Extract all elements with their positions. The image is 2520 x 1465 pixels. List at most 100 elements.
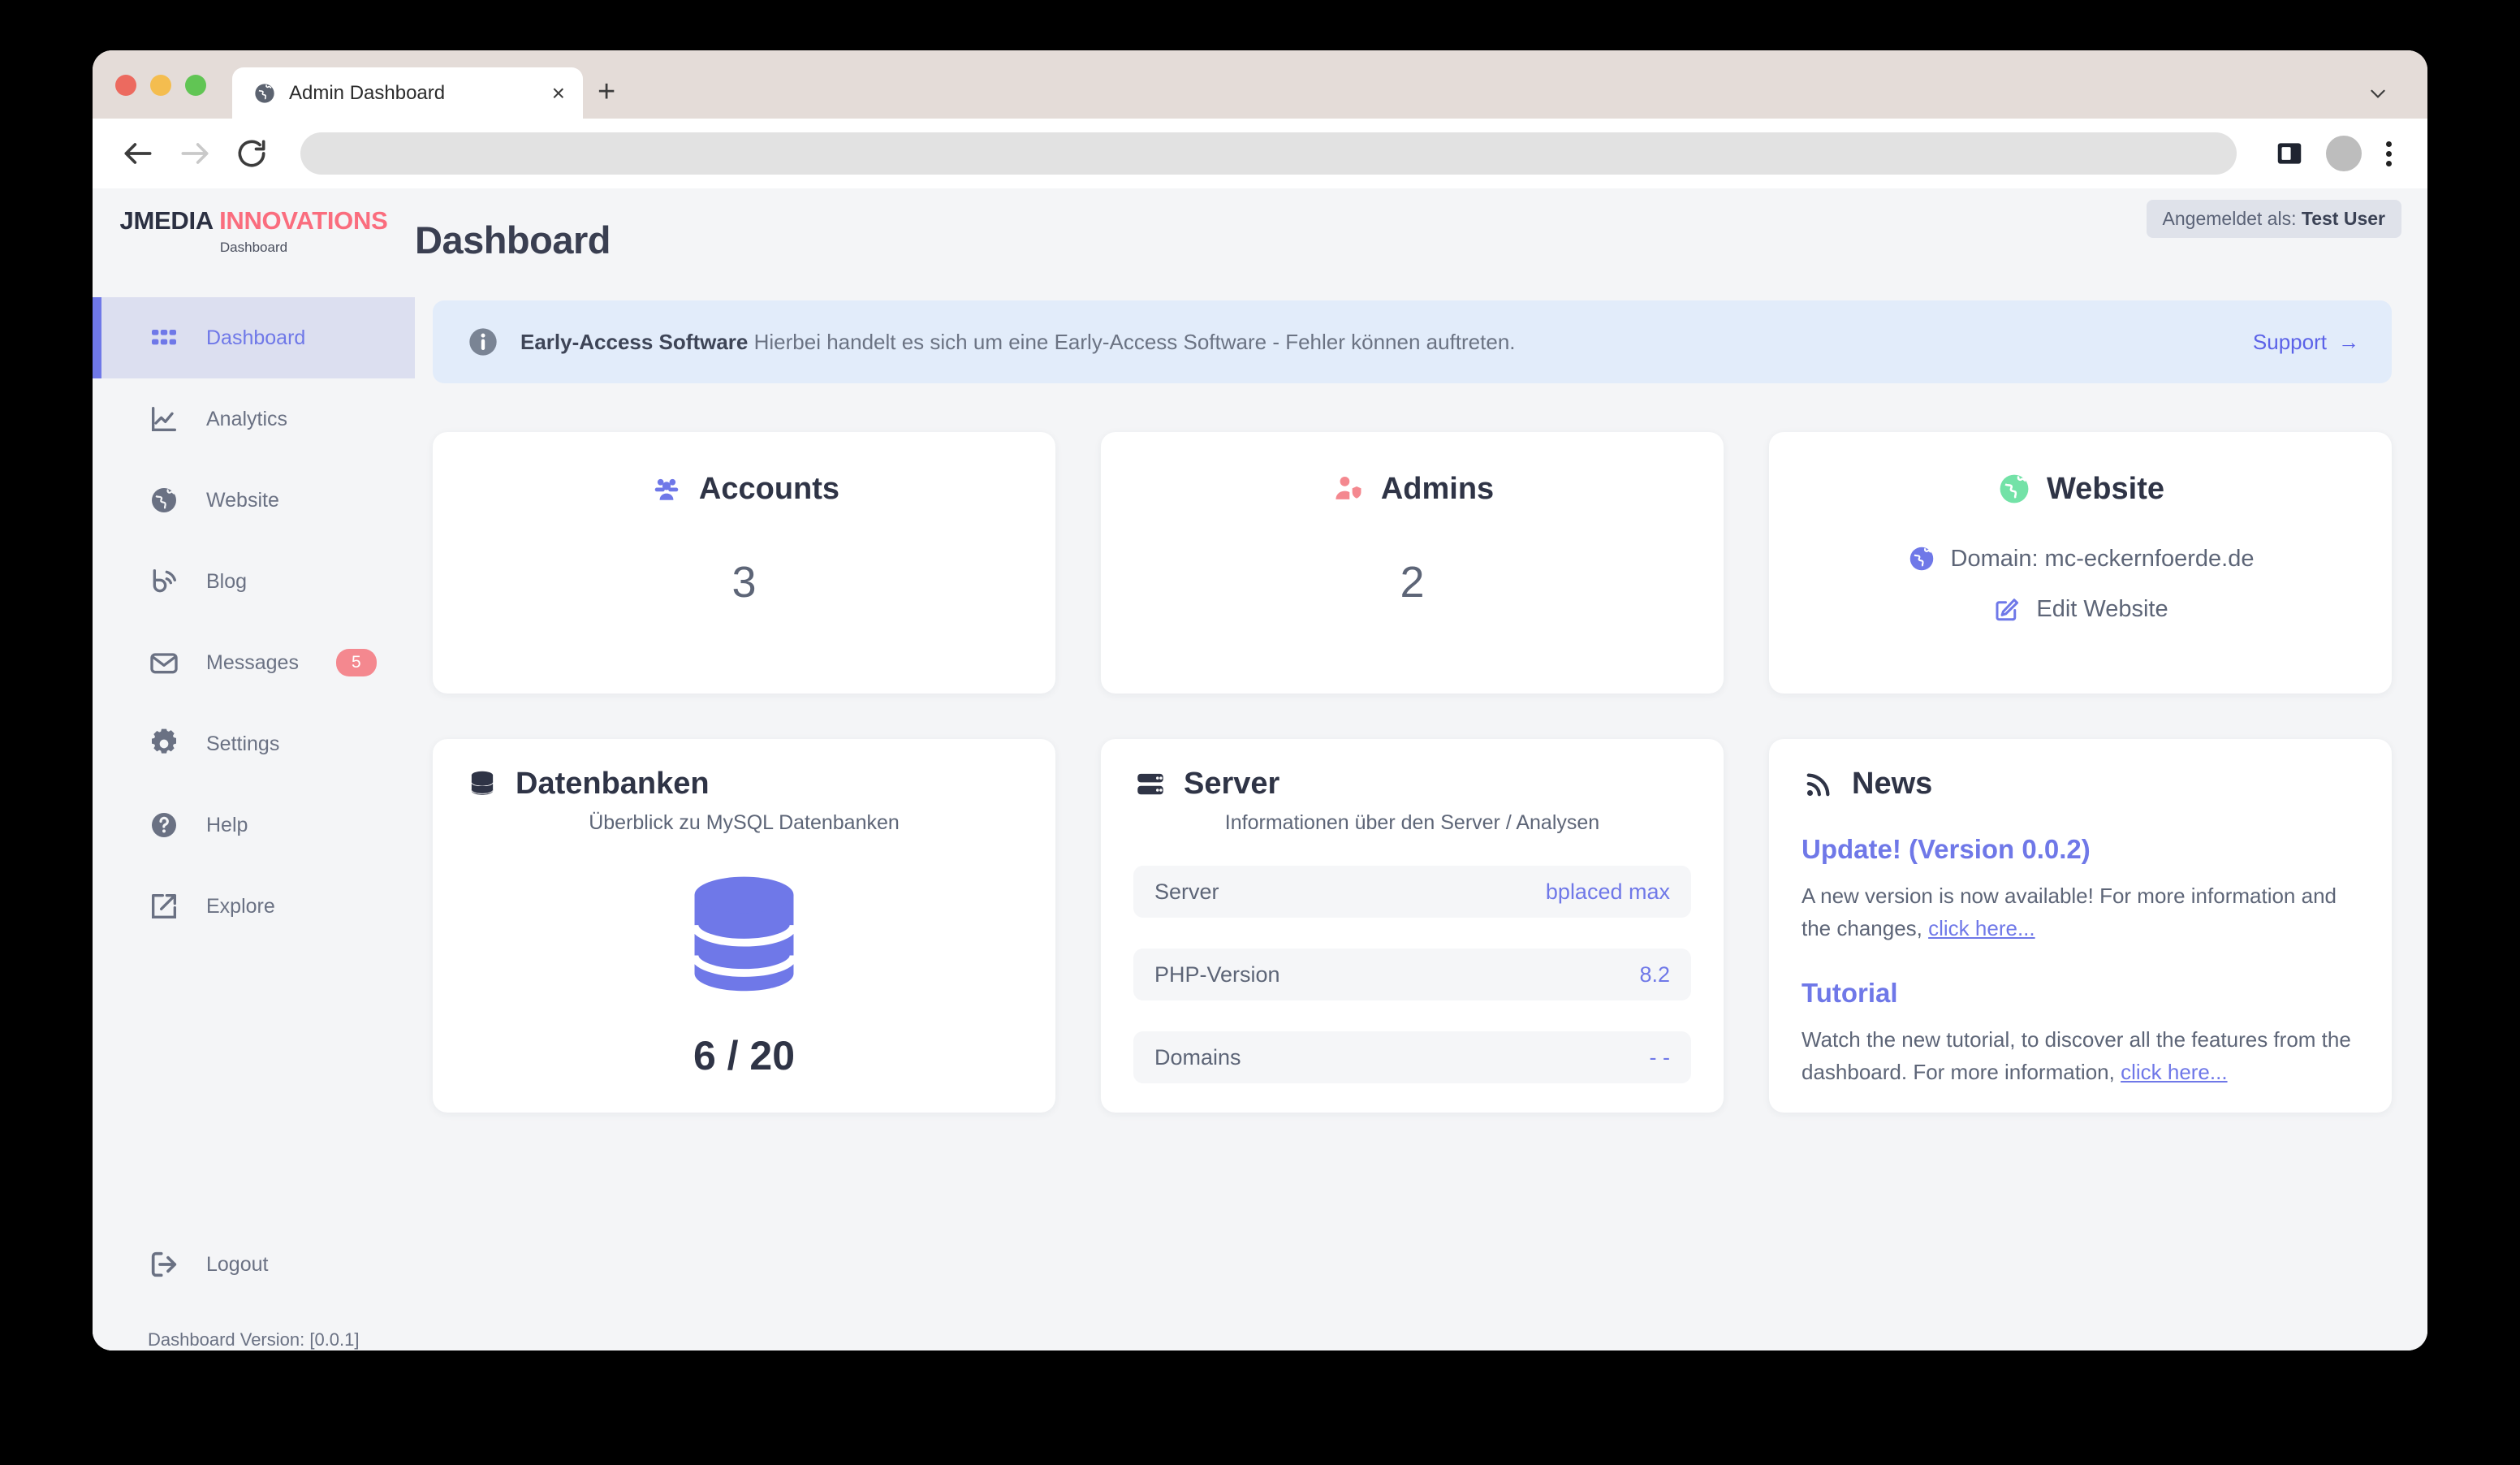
server-row-key: Server: [1154, 879, 1219, 904]
server-card: Server Informationen über den Server / A…: [1101, 739, 1724, 1113]
window-traffic-lights: [115, 75, 206, 119]
chart-line-icon: [152, 407, 176, 431]
blog-rss-icon: [153, 569, 176, 593]
forward-button-icon[interactable]: [177, 136, 213, 171]
sidebar-item-help[interactable]: Help: [93, 784, 415, 866]
browser-tab[interactable]: Admin Dashboard ×: [232, 67, 583, 119]
server-row-key: PHP-Version: [1154, 962, 1280, 987]
alert-message: Early-Access Software Hierbei handelt es…: [520, 330, 2232, 355]
profile-avatar[interactable]: [2326, 136, 2362, 171]
browser-menu-button[interactable]: [2383, 138, 2395, 170]
user-badge-prefix: Angemeldet als:: [2162, 208, 2297, 229]
database-illustration: [465, 866, 1023, 1000]
maximize-window-button[interactable]: [185, 75, 206, 96]
sidebar-item-explore[interactable]: Explore: [93, 866, 415, 947]
admins-card-header: Admins: [1331, 471, 1494, 507]
news-entry-heading: Tutorial: [1802, 977, 1898, 1008]
server-row-domains: Domains - -: [1133, 1031, 1691, 1083]
website-domain-row: Domain: mc-eckernfoerde.de: [1907, 544, 2255, 573]
accounts-card-value: 3: [731, 558, 757, 607]
sidebar-label-help: Help: [206, 813, 248, 836]
sidebar-label-analytics: Analytics: [206, 407, 288, 430]
messages-unread-badge: 5: [335, 649, 377, 676]
sidebar-item-messages[interactable]: Messages 5: [93, 622, 415, 703]
admins-card: Admins 2: [1101, 432, 1724, 694]
sidebar-item-analytics[interactable]: Analytics: [93, 378, 415, 460]
sidebar-label-blog: Blog: [206, 569, 248, 593]
sidebar-item-logout[interactable]: Logout: [93, 1224, 415, 1305]
user-shield-icon: [1336, 476, 1362, 500]
browser-tab-title: Admin Dashboard: [289, 81, 446, 104]
sidebar-label-logout: Logout: [206, 1252, 269, 1276]
support-link[interactable]: Support →: [2253, 330, 2359, 355]
app-body: Dashboard Analytics Website Blog Message…: [93, 279, 2427, 1350]
pencil-square-icon: [1996, 599, 2019, 621]
news-entry-text: Watch the new tutorial, to discover all …: [1802, 1026, 2351, 1084]
database-large-icon: [690, 876, 798, 992]
news-card-header: News: [1802, 767, 2359, 802]
external-link-icon: [152, 894, 176, 918]
reload-button-icon[interactable]: [234, 136, 270, 171]
brand-name-secondary: INNOVATIONS: [219, 206, 388, 235]
brand-logo: JMEDIA INNOVATIONS Dashboard: [93, 188, 415, 256]
databases-card-title: Datenbanken: [516, 767, 710, 801]
server-row-key: Domains: [1154, 1044, 1241, 1070]
news-entry-link[interactable]: click here...: [1928, 916, 2035, 940]
address-bar-input[interactable]: [300, 132, 2237, 175]
website-card: Website Domain: mc-eckernfoerde.de Edit …: [1769, 432, 2392, 694]
rss-icon: [1806, 773, 1830, 796]
news-entry-heading: Update! (Version 0.0.2): [1802, 834, 2091, 864]
grid-icon: [152, 330, 176, 345]
edit-website-label: Edit Website: [2036, 595, 2168, 622]
database-icon: [471, 771, 494, 795]
server-row-value: - -: [1649, 1044, 1670, 1070]
alert-title: Early-Access Software: [520, 329, 749, 354]
news-entry-link[interactable]: click here...: [2121, 1060, 2228, 1084]
news-card-title: News: [1852, 767, 1933, 801]
databases-card: Datenbanken Überblick zu MySQL Datenbank…: [433, 739, 1055, 1113]
stat-cards-row: Accounts 3 Admins 2 Website Domain: mc-e…: [433, 432, 2392, 694]
sidebar-item-blog[interactable]: Blog: [93, 541, 415, 622]
page-title: Dashboard: [415, 218, 611, 261]
close-tab-button[interactable]: ×: [552, 81, 565, 105]
sidebar: Dashboard Analytics Website Blog Message…: [93, 279, 415, 1350]
sidebar-label-messages: Messages: [206, 650, 299, 674]
globe-icon: [1909, 547, 1933, 571]
minimize-window-button[interactable]: [150, 75, 171, 96]
accounts-card-title: Accounts: [698, 471, 840, 506]
sidebar-item-website[interactable]: Website: [93, 460, 415, 541]
side-panel-icon[interactable]: [2274, 138, 2305, 169]
databases-count: 6 / 20: [693, 1033, 796, 1078]
early-access-alert: Early-Access Software Hierbei handelt es…: [433, 300, 2392, 383]
edit-website-button[interactable]: Edit Website: [1992, 594, 2168, 624]
server-row-value: 8.2: [1639, 962, 1670, 987]
website-card-title: Website: [2046, 471, 2164, 506]
back-button-icon[interactable]: [120, 136, 156, 171]
website-card-header: Website: [1996, 471, 2164, 507]
globe-favicon-icon: [255, 83, 274, 103]
support-link-label: Support: [2252, 329, 2327, 354]
sidebar-item-settings[interactable]: Settings: [93, 703, 415, 784]
gear-icon: [152, 728, 176, 754]
server-icon: [1137, 773, 1163, 794]
main-content: Early-Access Software Hierbei handelt es…: [415, 279, 2427, 1350]
new-tab-button[interactable]: +: [598, 76, 615, 107]
question-circle-icon: [152, 813, 176, 837]
close-window-button[interactable]: [115, 75, 136, 96]
chevron-down-icon[interactable]: [2367, 83, 2388, 104]
sidebar-label-explore: Explore: [206, 894, 275, 918]
envelope-icon: [150, 653, 178, 674]
website-domain-label: Domain: mc-eckernfoerde.de: [1950, 545, 2255, 572]
news-entry-text: A new version is now available! For more…: [1802, 884, 2337, 941]
lower-cards-row: Datenbanken Überblick zu MySQL Datenbank…: [433, 739, 2392, 1113]
brand-name-primary: JMEDIA: [119, 206, 213, 235]
sidebar-item-dashboard[interactable]: Dashboard: [93, 297, 415, 378]
logout-icon: [151, 1251, 177, 1277]
admins-card-title: Admins: [1380, 471, 1495, 506]
user-badge-name: Test User: [2301, 208, 2385, 229]
server-card-subtitle: Informationen über den Server / Analysen: [1224, 811, 1600, 834]
globe-icon: [152, 488, 176, 512]
news-entry-body: Watch the new tutorial, to discover all …: [1802, 1023, 2359, 1089]
users-group-icon: [654, 478, 679, 500]
